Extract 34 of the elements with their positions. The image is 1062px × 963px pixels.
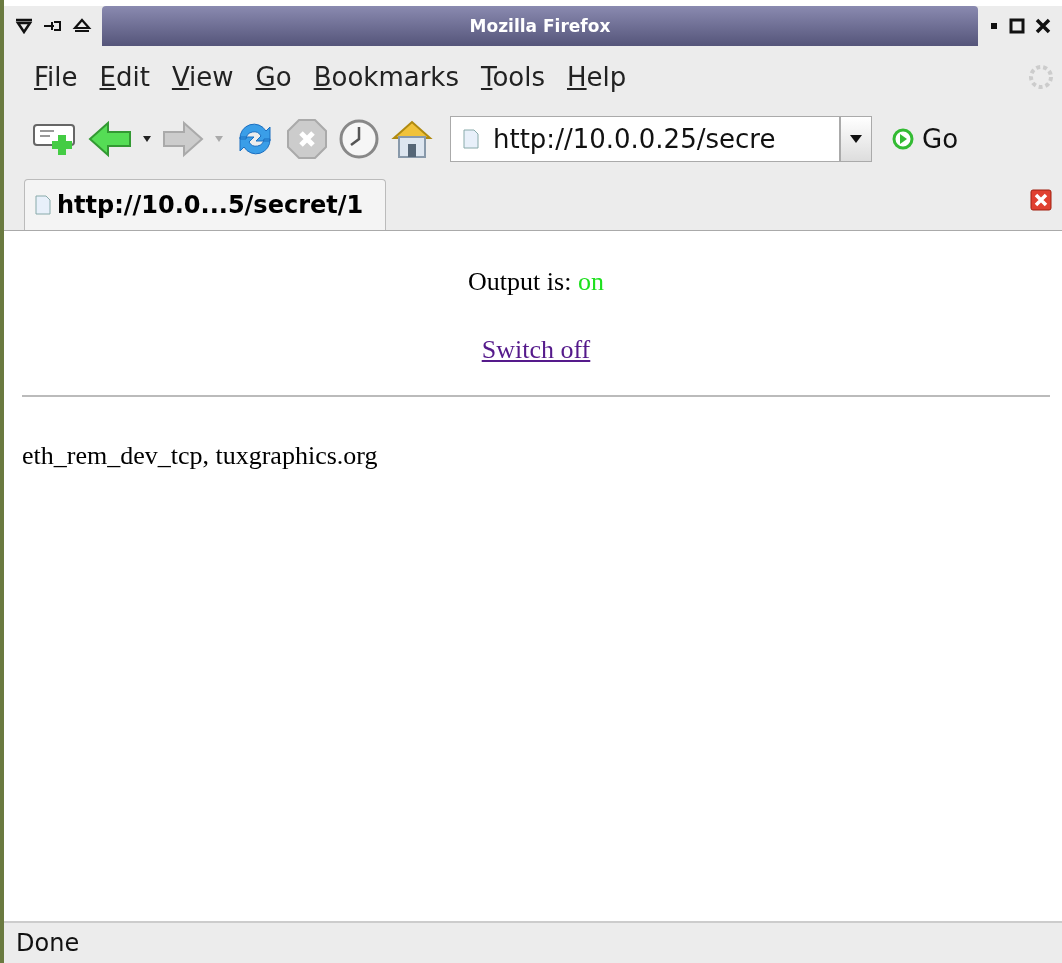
url-dropdown-button[interactable] bbox=[840, 116, 872, 162]
window-title: Mozilla Firefox bbox=[102, 6, 978, 46]
menu-item[interactable]: File bbox=[34, 62, 78, 92]
status-text: Done bbox=[16, 929, 80, 957]
throbber-icon bbox=[1026, 62, 1056, 92]
back-arrow-icon[interactable] bbox=[88, 119, 132, 159]
menu-item[interactable]: Bookmarks bbox=[313, 62, 459, 92]
menu-item[interactable]: Edit bbox=[99, 62, 150, 92]
play-icon bbox=[892, 128, 914, 150]
home-icon[interactable] bbox=[390, 118, 434, 160]
page-icon bbox=[35, 195, 51, 215]
shade-icon[interactable] bbox=[14, 18, 34, 34]
page-icon bbox=[463, 129, 479, 149]
switch-link[interactable]: Switch off bbox=[481, 335, 591, 364]
clock-icon[interactable] bbox=[338, 118, 380, 160]
dropdown-icon[interactable] bbox=[142, 135, 152, 143]
close-tab-icon[interactable] bbox=[1030, 189, 1052, 211]
minimize-icon[interactable] bbox=[988, 20, 1000, 32]
output-status: on bbox=[577, 267, 604, 296]
go-button[interactable]: Go bbox=[882, 124, 969, 154]
eject-icon[interactable] bbox=[72, 18, 92, 34]
browser-tab[interactable]: http://10.0...5/secret/1 bbox=[24, 179, 387, 230]
url-field[interactable]: http://10.0.0.25/secre bbox=[450, 116, 840, 162]
caret-icon bbox=[849, 134, 863, 144]
menu-item[interactable]: Help bbox=[567, 62, 627, 92]
menu-item[interactable]: View bbox=[171, 62, 234, 92]
footer-text: eth_rem_dev_tcp, tuxgraphics.org bbox=[22, 441, 379, 471]
output-label: Output is: bbox=[468, 267, 572, 296]
close-icon[interactable] bbox=[1034, 17, 1052, 35]
maximize-icon[interactable] bbox=[1008, 17, 1026, 35]
url-text: http://10.0.0.25/secre bbox=[493, 124, 776, 154]
menu-item[interactable]: Tools bbox=[480, 62, 545, 92]
menu-item[interactable]: Go bbox=[255, 62, 292, 92]
pin-icon[interactable] bbox=[42, 18, 64, 34]
